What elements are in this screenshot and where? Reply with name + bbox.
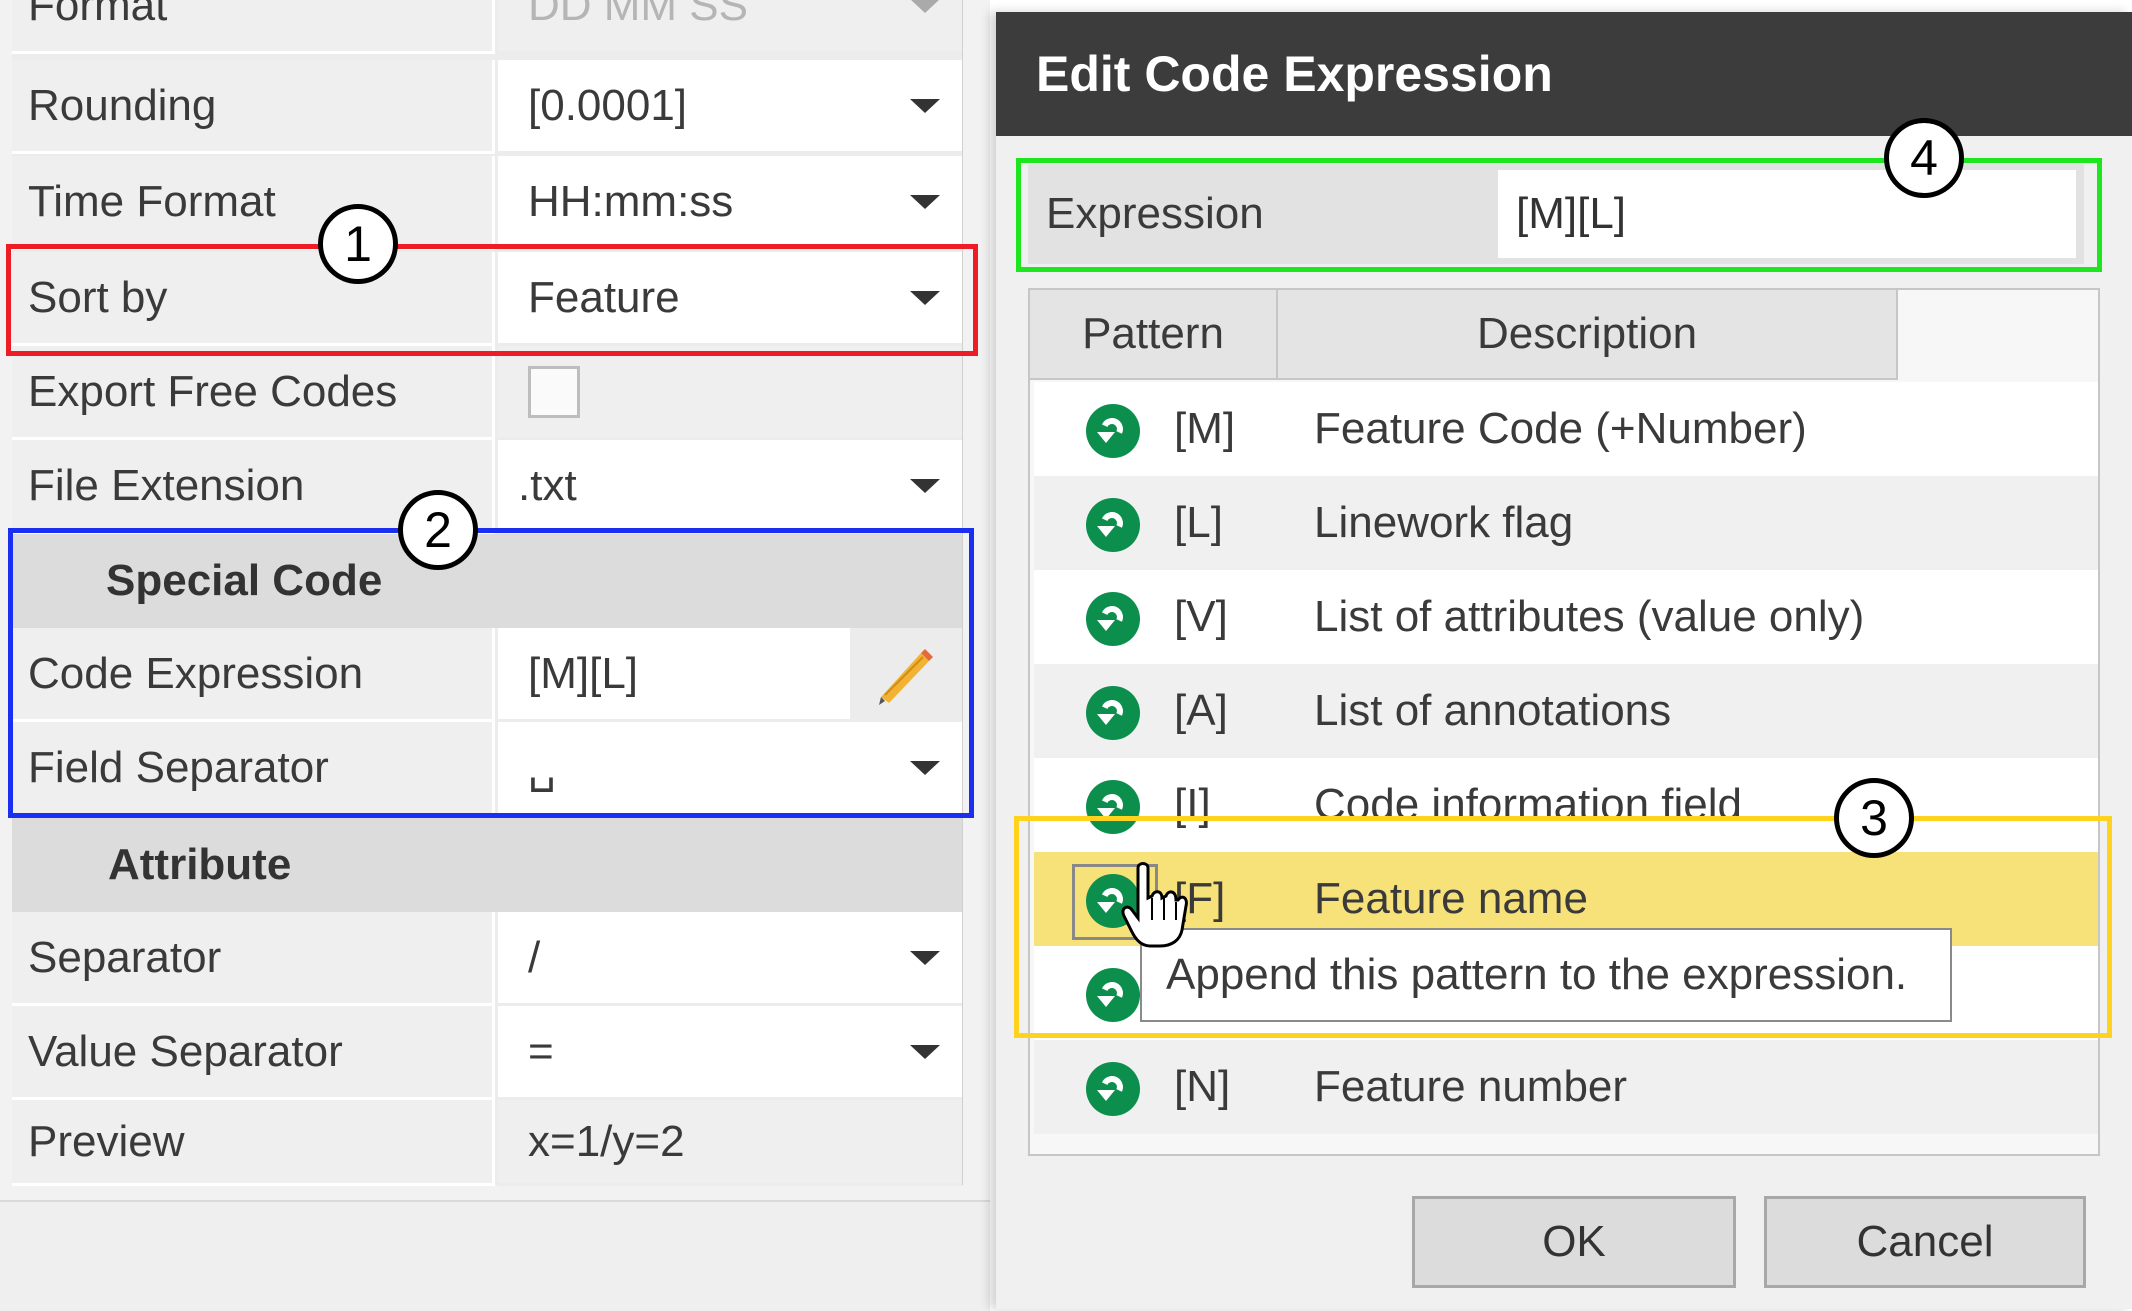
- pattern-row[interactable]: [A] List of annotations: [1034, 664, 2098, 758]
- property-row-rounding[interactable]: Rounding [0.0001]: [12, 60, 962, 154]
- chevron-down-icon[interactable]: [910, 98, 940, 113]
- ok-button[interactable]: OK: [1412, 1196, 1736, 1288]
- file-extension-select[interactable]: .txt: [498, 440, 962, 534]
- property-row-value-separator[interactable]: Value Separator =: [12, 1006, 962, 1100]
- pattern-row[interactable]: [N] Feature number: [1034, 1040, 2098, 1134]
- append-pattern-icon[interactable]: [1086, 780, 1140, 834]
- property-label: Value Separator: [12, 1006, 495, 1100]
- append-pattern-icon[interactable]: [1086, 592, 1140, 646]
- append-pattern-icon[interactable]: [1086, 1062, 1140, 1116]
- rounding-select[interactable]: [0.0001]: [498, 60, 962, 154]
- code-expression-value: [M][L]: [528, 648, 639, 698]
- pattern-description: List of attributes (value only): [1314, 592, 1865, 641]
- time-format-select[interactable]: HH:mm:ss: [498, 156, 962, 250]
- pattern-code: [N]: [1174, 1062, 1231, 1111]
- annotation-marker-3: 3: [1834, 778, 1914, 858]
- code-expression-field[interactable]: [M][L]: [498, 628, 962, 722]
- preview-value: x=1/y=2: [498, 1100, 962, 1186]
- cancel-button[interactable]: Cancel: [1764, 1196, 2086, 1288]
- field-separator-select[interactable]: ␣: [498, 722, 962, 816]
- pattern-row[interactable]: [I] Code information field: [1034, 758, 2098, 852]
- annotation-marker-4: 4: [1884, 118, 1964, 198]
- sort-by-select[interactable]: Feature: [498, 252, 962, 346]
- pattern-code: [A]: [1174, 686, 1228, 735]
- separator-value: /: [528, 932, 541, 982]
- property-row-file-extension[interactable]: File Extension .txt: [12, 440, 962, 534]
- append-pattern-icon[interactable]: [1086, 498, 1140, 552]
- section-title: Special Code: [106, 556, 383, 605]
- property-row-sort-by[interactable]: Sort by Feature: [12, 252, 962, 346]
- field-separator-value: ␣: [528, 743, 556, 792]
- time-format-value: HH:mm:ss: [528, 176, 734, 226]
- pattern-description: Code information field: [1314, 780, 1743, 829]
- value-separator-value: =: [528, 1026, 554, 1076]
- format-select[interactable]: DD MM SS: [498, 0, 962, 54]
- pattern-row[interactable]: [L] Linework flag: [1034, 476, 2098, 570]
- chevron-down-icon[interactable]: [910, 0, 940, 13]
- property-row-code-expression[interactable]: Code Expression [M][L]: [12, 628, 962, 722]
- pattern-code: [I]: [1174, 780, 1211, 829]
- dialog-title: Edit Code Expression: [996, 12, 2132, 136]
- export-free-codes-checkbox[interactable]: [528, 365, 580, 418]
- property-row-time-format[interactable]: Time Format HH:mm:ss: [12, 156, 962, 250]
- property-row-format[interactable]: Format DD MM SS: [12, 0, 962, 54]
- column-header-pattern[interactable]: Pattern: [1030, 290, 1278, 380]
- expression-input[interactable]: [M][L]: [1498, 170, 2076, 258]
- separator-select[interactable]: /: [498, 912, 962, 1006]
- format-value: DD MM SS: [528, 0, 748, 30]
- property-row-preview: Preview x=1/y=2: [12, 1100, 962, 1186]
- property-label: Preview: [12, 1100, 495, 1186]
- chevron-down-icon[interactable]: [910, 194, 940, 209]
- panel-footer: [0, 1200, 990, 1311]
- pattern-code: [M]: [1174, 404, 1236, 453]
- property-label: Sort by: [12, 252, 495, 346]
- section-header-special-code: Special Code: [12, 534, 962, 628]
- append-pattern-icon[interactable]: [1086, 968, 1140, 1022]
- edit-expression-button[interactable]: [850, 628, 962, 719]
- property-grid: Format DD MM SS Rounding [0.0001] Time F…: [12, 0, 963, 1186]
- append-pattern-icon[interactable]: [1086, 686, 1140, 740]
- pattern-table: Pattern Description [M] Feature Code (+N…: [1028, 288, 2100, 1156]
- section-title: Attribute: [108, 840, 292, 889]
- pattern-code: [L]: [1174, 498, 1223, 547]
- property-row-field-separator[interactable]: Field Separator ␣: [12, 722, 962, 816]
- pattern-row[interactable]: [M] Feature Code (+Number): [1034, 382, 2098, 476]
- rounding-value: [0.0001]: [528, 80, 688, 130]
- value-separator-select[interactable]: =: [498, 1006, 962, 1100]
- pattern-description: List of annotations: [1314, 686, 1672, 735]
- annotation-marker-2: 2: [398, 490, 478, 570]
- pattern-description: Feature Code (+Number): [1314, 404, 1807, 453]
- column-header-description[interactable]: Description: [1278, 290, 1898, 380]
- property-label: Code Expression: [12, 628, 495, 722]
- property-label: Field Separator: [12, 722, 495, 816]
- file-extension-value: .txt: [518, 460, 577, 510]
- property-row-separator[interactable]: Separator /: [12, 912, 962, 1006]
- section-header-attribute: Attribute: [12, 818, 962, 912]
- property-panel: Format DD MM SS Rounding [0.0001] Time F…: [0, 0, 990, 1311]
- export-free-codes-cell: [498, 346, 962, 440]
- pattern-code: [V]: [1174, 592, 1228, 641]
- property-row-export-free-codes[interactable]: Export Free Codes: [12, 346, 962, 440]
- edit-code-expression-dialog: Edit Code Expression Expression [M][L] P…: [996, 12, 2132, 1309]
- chevron-down-icon[interactable]: [910, 478, 940, 493]
- expression-label: Expression: [1046, 189, 1264, 238]
- property-label: Time Format: [12, 156, 495, 250]
- property-label: Export Free Codes: [12, 346, 495, 440]
- pencil-icon: [879, 648, 933, 705]
- hand-cursor-icon: [1121, 862, 1188, 948]
- property-label: Rounding: [12, 60, 495, 154]
- property-label: Separator: [12, 912, 495, 1006]
- property-label: Format: [12, 0, 495, 54]
- pattern-row[interactable]: [V] List of attributes (value only): [1034, 570, 2098, 664]
- chevron-down-icon[interactable]: [910, 1044, 940, 1059]
- chevron-down-icon[interactable]: [910, 290, 940, 305]
- append-pattern-tooltip: Append this pattern to the expression.: [1140, 928, 1952, 1022]
- annotation-marker-1: 1: [318, 204, 398, 284]
- chevron-down-icon[interactable]: [910, 950, 940, 965]
- pattern-description: Linework flag: [1314, 498, 1574, 547]
- pattern-description: Feature number: [1314, 1062, 1628, 1111]
- chevron-down-icon[interactable]: [910, 760, 940, 775]
- sort-by-value: Feature: [528, 272, 680, 322]
- append-pattern-icon[interactable]: [1086, 404, 1140, 458]
